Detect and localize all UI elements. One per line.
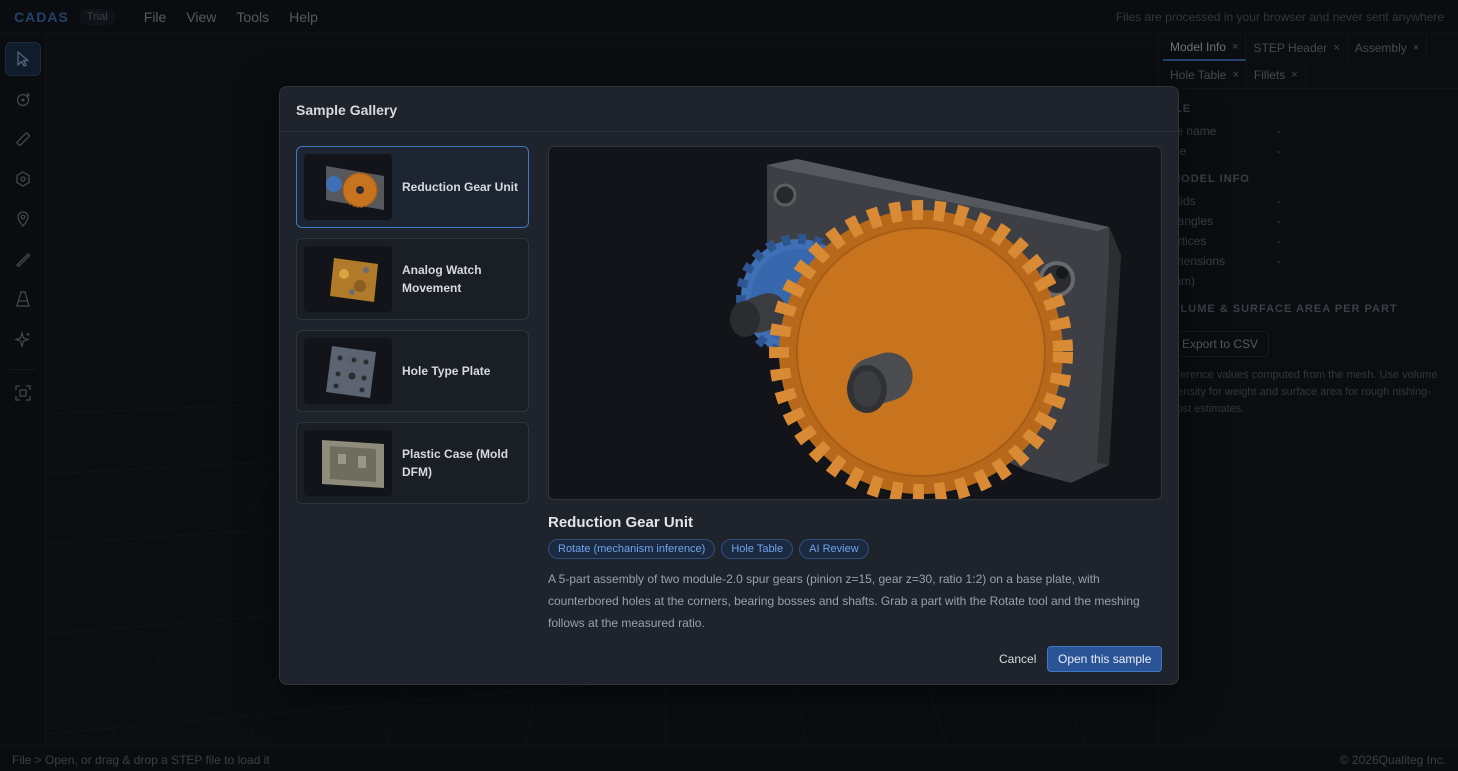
sample-thumbnail	[304, 430, 392, 496]
tag-rotate: Rotate (mechanism inference)	[548, 539, 716, 559]
gear-unit-thumbnail	[326, 166, 384, 210]
sample-list: Reduction Gear Unit Analog Watch Movemen…	[296, 146, 529, 514]
sample-detail-title: Reduction Gear Unit	[548, 514, 694, 531]
sample-description: A 5-part assembly of two module-2.0 spur…	[548, 572, 1140, 630]
feature-tags: Rotate (mechanism inference) Hole Table …	[548, 539, 869, 559]
open-sample-button[interactable]: Open this sample	[1047, 646, 1163, 672]
sample-gallery-dialog: Sample Gallery Reduction Gear Unit Analo…	[279, 86, 1179, 685]
watch-movement-thumbnail	[330, 258, 378, 302]
gear-unit-preview-image	[730, 159, 1121, 499]
sample-card-reduction-gear-unit[interactable]: Reduction Gear Unit	[296, 146, 529, 228]
sample-card-hole-type-plate[interactable]: Hole Type Plate	[296, 330, 529, 412]
cancel-button[interactable]: Cancel	[991, 647, 1044, 671]
sample-name: Reduction Gear Unit	[402, 180, 519, 194]
sample-card-analog-watch-movement[interactable]: Analog Watch Movement	[296, 238, 529, 320]
hole-plate-thumbnail	[326, 346, 376, 398]
plastic-case-thumbnail	[322, 440, 384, 488]
sample-preview	[548, 146, 1162, 500]
sample-thumbnail	[304, 154, 392, 220]
tag-ai-review: AI Review	[799, 539, 869, 559]
sample-thumbnail	[304, 246, 392, 312]
sample-name: Plastic Case (Mold DFM)	[402, 447, 509, 479]
sample-thumbnail	[304, 338, 392, 404]
sample-card-plastic-case[interactable]: Plastic Case (Mold DFM)	[296, 422, 529, 504]
sample-name: Hole Type Plate	[402, 364, 491, 378]
sample-name: Analog Watch Movement	[402, 263, 482, 295]
tag-hole-table: Hole Table	[721, 539, 794, 559]
dialog-title: Sample Gallery	[280, 87, 1178, 132]
